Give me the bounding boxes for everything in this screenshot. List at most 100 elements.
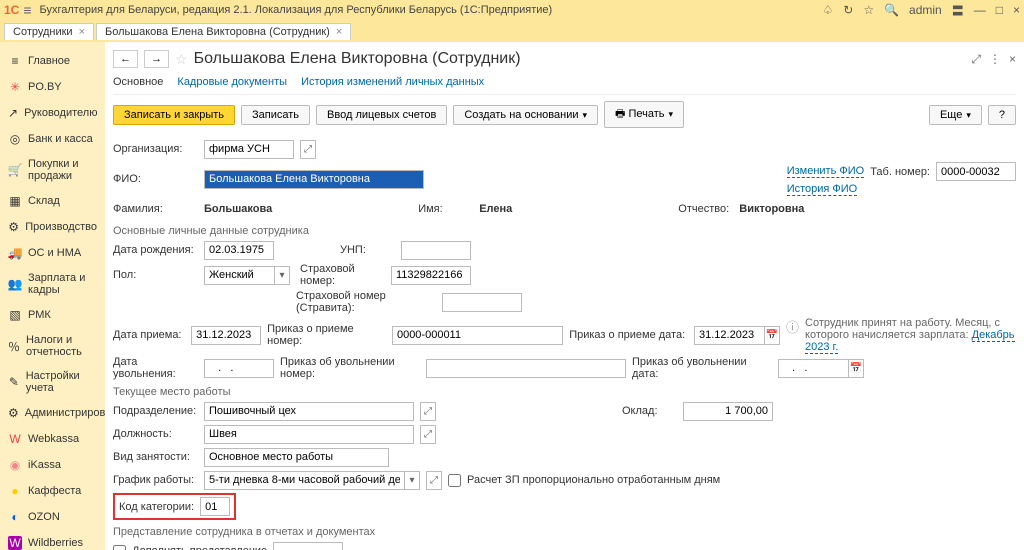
open-icon[interactable]: ⤢ [420,402,436,421]
sidebar-item-salary[interactable]: 👥Зарплата и кадры [0,266,105,302]
sidebar-item-poby[interactable]: ✳PO.BY [0,74,105,100]
sidebar-item-tax[interactable]: ％Налоги и отчетность [0,328,105,364]
category-highlight: Код категории: [113,493,236,520]
expand-icon[interactable]: ⤢ [971,52,981,67]
maximize-icon[interactable]: □ [996,3,1003,17]
settings-icon[interactable]: 〓 [952,2,964,19]
bell-icon[interactable]: ♤ [822,3,833,17]
box-icon: ▧ [8,308,22,322]
dob-input[interactable] [204,241,274,260]
calendar-icon[interactable]: 📅 [764,326,780,345]
fio-history-link[interactable]: История ФИО [787,183,858,196]
dept-input[interactable] [204,402,414,421]
open-icon[interactable]: ⤢ [300,140,316,159]
repr-input[interactable] [273,542,343,550]
tab-documents[interactable]: Кадровые документы [177,76,287,88]
history-icon[interactable]: ↻ [843,3,853,17]
add-repr-checkbox[interactable] [113,545,126,550]
star-icon[interactable]: ☆ [863,3,874,17]
save-close-button[interactable]: Записать и закрыть [113,105,235,125]
document-tabs: Сотрудники× Большакова Елена Викторовна … [0,20,1024,42]
hire-label: Дата приема: [113,329,185,341]
hire-order-input[interactable] [392,326,563,345]
sidebar-item-wildberries[interactable]: WWildberries [0,530,105,550]
personal-section-header: Основные личные данные сотрудника [113,225,1016,237]
sidebar-item-stock[interactable]: ▦Склад [0,188,105,214]
fire-input[interactable] [204,359,274,378]
accounts-button[interactable]: Ввод лицевых счетов [316,105,447,125]
fire-date-input[interactable] [778,359,848,378]
add-repr-label: Дополнять представление [132,545,267,550]
gear-icon: ⚙ [8,406,19,420]
sidebar-item-assets[interactable]: 🚚ОС и НМА [0,240,105,266]
prop-calc-checkbox[interactable] [448,474,461,487]
fire-order-input[interactable] [426,359,626,378]
sidebar-item-kaffesta[interactable]: ●Каффеста [0,478,105,504]
sidebar-item-manager[interactable]: ↗Руководителю [0,100,105,126]
toolbar: Записать и закрыть Записать Ввод лицевых… [113,95,1016,134]
salary-input[interactable] [683,402,773,421]
open-icon[interactable]: ⤢ [426,471,442,490]
save-button[interactable]: Записать [241,105,310,125]
user-label[interactable]: admin [909,3,942,17]
favorite-icon[interactable]: ☆ [175,51,188,68]
sidebar-item-rmk[interactable]: ▧РМК [0,302,105,328]
minimize-icon[interactable]: — [974,3,986,17]
unp-input[interactable] [401,241,471,260]
tab-employees[interactable]: Сотрудники× [4,23,94,40]
sidebar-item-ikassa[interactable]: ◉iKassa [0,452,105,478]
org-input[interactable] [204,140,294,159]
kebab-icon[interactable]: ⋮ [989,52,1001,67]
org-label: Организация: [113,143,198,155]
fire-label: Дата увольнения: [113,356,198,380]
close-icon[interactable]: × [336,26,342,38]
info-icon: ⓘ [786,317,799,336]
sidebar-item-sales[interactable]: 🛒Покупки и продажи [0,152,105,188]
open-icon[interactable]: ⤢ [420,425,436,444]
sidebar-item-bank[interactable]: ◎Банк и касса [0,126,105,152]
close-icon[interactable]: × [1013,3,1020,17]
hire-date-input[interactable] [694,326,764,345]
repr-section-header: Представление сотрудника в отчетах и док… [113,526,1016,538]
pencil-icon: ✎ [8,375,20,389]
page-title: Большакова Елена Викторовна (Сотрудник) [194,50,966,68]
print-button[interactable]: 🖶 Печать▾ [604,101,684,128]
hamburger-icon[interactable]: ≡ [23,2,31,18]
sidebar-item-prod[interactable]: ⚙Производство [0,214,105,240]
hire-info: ⓘ Сотрудник принят на работу. Месяц, с к… [786,317,1016,353]
back-button[interactable]: ← [113,50,138,68]
more-button[interactable]: Еще▾ [929,105,982,125]
create-based-button[interactable]: Создать на основании▾ [453,105,598,125]
tab-main[interactable]: Основное [113,76,163,88]
fio-input[interactable] [204,170,424,189]
hire-input[interactable] [191,326,261,345]
tab-employee-card[interactable]: Большакова Елена Викторовна (Сотрудник)× [96,23,351,40]
search-icon[interactable]: 🔍 [884,3,899,17]
app-title: Бухгалтерия для Беларуси, редакция 2.1. … [40,4,823,16]
tab-history[interactable]: История изменений личных данных [301,76,484,88]
chevron-down-icon[interactable]: ▾ [404,471,420,490]
change-fio-link[interactable]: Изменить ФИО [787,165,865,178]
surname-label: Фамилия: [113,203,198,215]
sidebar-item-admin[interactable]: ⚙Администрирование [0,400,105,426]
pos-input[interactable] [204,425,414,444]
forward-button[interactable]: → [144,50,169,68]
sidebar-item-main[interactable]: ≡Главное [0,48,105,74]
help-button[interactable]: ? [988,105,1016,125]
pos-label: Должность: [113,428,198,440]
close-icon[interactable]: × [79,26,85,38]
sex-input[interactable] [204,266,274,285]
dept-label: Подразделение: [113,405,198,417]
close-icon[interactable]: × [1009,52,1016,67]
ins-input[interactable] [391,266,471,285]
sidebar-item-settings[interactable]: ✎Настройки учета [0,364,105,400]
calendar-icon[interactable]: 📅 [848,359,864,378]
sched-input[interactable] [204,471,404,490]
empltype-input[interactable] [204,448,389,467]
tabno-input[interactable] [936,162,1016,181]
chevron-down-icon[interactable]: ▾ [274,266,290,285]
ins2-input[interactable] [442,293,522,312]
cat-input[interactable] [200,497,230,516]
sidebar-item-webkassa[interactable]: WWebkassa [0,426,105,452]
sidebar-item-ozon[interactable]: ◐OZON [0,504,105,530]
